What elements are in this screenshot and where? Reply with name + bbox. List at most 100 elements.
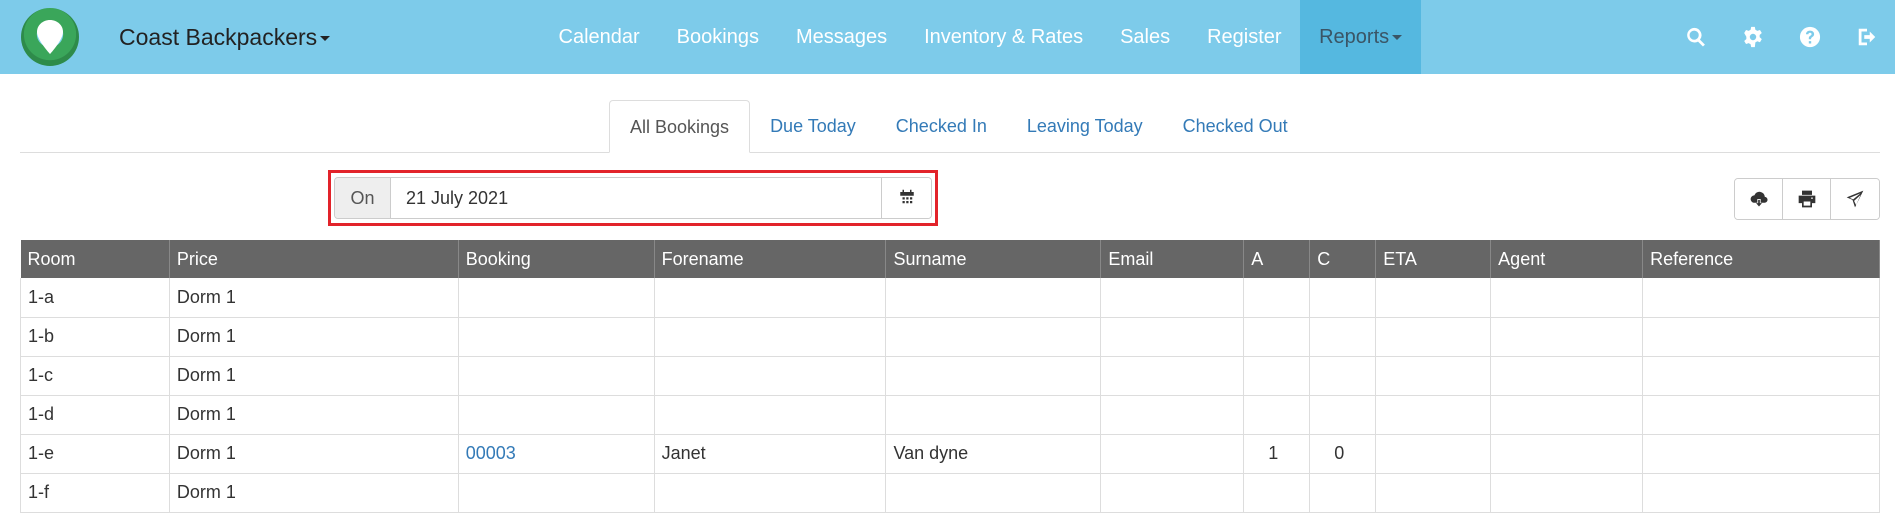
- cell-booking: 00003: [458, 434, 655, 474]
- cell-children: [1309, 395, 1377, 435]
- col-header-room[interactable]: Room: [20, 240, 170, 278]
- gear-icon: [1743, 26, 1762, 48]
- property-name: Coast Backpackers: [119, 24, 318, 50]
- booking-tabs: All Bookings Due Today Checked In Leavin…: [609, 100, 1308, 153]
- cell-eta: [1375, 317, 1492, 357]
- cell-forename: Janet: [654, 434, 887, 474]
- cell-reference: [1642, 434, 1880, 474]
- col-header-forename[interactable]: Forename: [654, 240, 887, 278]
- cell-eta: [1375, 278, 1492, 318]
- cell-eta: [1375, 395, 1492, 435]
- cell-agent: [1490, 473, 1644, 513]
- cell-forename: [654, 317, 887, 357]
- search-button[interactable]: [1667, 0, 1724, 74]
- cell-booking: [458, 395, 655, 435]
- app-logo[interactable]: [21, 8, 79, 66]
- cell-surname: [885, 278, 1102, 318]
- col-header-adults[interactable]: A: [1243, 240, 1311, 278]
- tab-leaving-today[interactable]: Leaving Today: [1007, 100, 1163, 153]
- cell-booking: [458, 278, 655, 318]
- table-header-row: Room Price Booking Forename Surname Emai…: [20, 240, 1880, 278]
- logout-icon: [1858, 28, 1875, 46]
- nav-reports-label: Reports: [1319, 26, 1390, 48]
- logout-button[interactable]: [1838, 0, 1895, 74]
- cell-forename: [654, 395, 887, 435]
- send-button[interactable]: [1831, 179, 1879, 219]
- cell-adults: [1243, 473, 1311, 513]
- settings-button[interactable]: [1724, 0, 1781, 74]
- nav-register-label: Register: [1207, 26, 1282, 48]
- cell-agent: [1490, 395, 1644, 435]
- cell-adults: [1243, 395, 1311, 435]
- caret-down-icon: [320, 36, 331, 42]
- booking-link[interactable]: 00003: [466, 443, 516, 463]
- date-input[interactable]: [391, 178, 881, 218]
- nav-calendar-label: Calendar: [558, 26, 640, 48]
- col-header-eta[interactable]: ETA: [1375, 240, 1492, 278]
- cell-price: Dorm 1: [169, 395, 459, 435]
- col-header-reference[interactable]: Reference: [1642, 240, 1880, 278]
- cell-children: [1309, 317, 1377, 357]
- col-header-surname[interactable]: Surname: [885, 240, 1102, 278]
- cell-reference: [1642, 395, 1880, 435]
- cell-room: 1-b: [20, 317, 170, 357]
- tab-all-bookings[interactable]: All Bookings: [609, 100, 751, 153]
- search-icon: [1686, 27, 1705, 47]
- download-button[interactable]: [1735, 179, 1783, 219]
- nav-inventory-rates-label: Inventory & Rates: [924, 26, 1084, 48]
- calendar-picker-button[interactable]: [881, 178, 931, 218]
- table-row: 1-e Dorm 1 00003 Janet Van dyne 1 0: [20, 434, 1880, 474]
- col-header-price[interactable]: Price: [169, 240, 459, 278]
- print-icon: [1798, 190, 1815, 208]
- date-filter-label: On: [335, 178, 391, 218]
- date-filter: On: [334, 177, 932, 219]
- nav-sales-label: Sales: [1120, 26, 1171, 48]
- cell-reference: [1642, 278, 1880, 318]
- cell-surname: [885, 356, 1102, 396]
- tab-checked-in[interactable]: Checked In: [876, 100, 1007, 153]
- cell-room: 1-f: [20, 473, 170, 513]
- nav-calendar[interactable]: Calendar: [540, 0, 658, 74]
- cell-surname: [885, 395, 1102, 435]
- cell-surname: [885, 317, 1102, 357]
- calendar-icon: [899, 189, 914, 207]
- cell-adults: [1243, 317, 1311, 357]
- col-header-children[interactable]: C: [1309, 240, 1377, 278]
- cell-price: Dorm 1: [169, 473, 459, 513]
- caret-down-icon: [1392, 35, 1403, 41]
- map-pin-icon: [37, 20, 63, 54]
- col-header-agent[interactable]: Agent: [1490, 240, 1644, 278]
- nav-bookings[interactable]: Bookings: [658, 0, 777, 74]
- help-icon: [1799, 26, 1820, 48]
- cell-agent: [1490, 278, 1644, 318]
- cell-reference: [1642, 317, 1880, 357]
- cell-booking: [458, 356, 655, 396]
- nav-messages[interactable]: Messages: [777, 0, 905, 74]
- tab-due-today[interactable]: Due Today: [750, 100, 876, 153]
- nav-inventory-rates[interactable]: Inventory & Rates: [906, 0, 1102, 74]
- cell-email: [1100, 317, 1245, 357]
- nav-sales[interactable]: Sales: [1102, 0, 1189, 74]
- table-row: 1-c Dorm 1: [20, 356, 1880, 396]
- cell-price: Dorm 1: [169, 278, 459, 318]
- table-row: 1-f Dorm 1: [20, 473, 1880, 513]
- cell-surname: Van dyne: [885, 434, 1102, 474]
- cell-eta: [1375, 434, 1492, 474]
- nav-register[interactable]: Register: [1189, 0, 1300, 74]
- cell-children: [1309, 278, 1377, 318]
- cell-price: Dorm 1: [169, 434, 459, 474]
- print-button[interactable]: [1783, 179, 1831, 219]
- help-button[interactable]: [1781, 0, 1838, 74]
- cell-agent: [1490, 317, 1644, 357]
- col-header-booking[interactable]: Booking: [458, 240, 655, 278]
- col-header-email[interactable]: Email: [1100, 240, 1245, 278]
- tab-checked-out[interactable]: Checked Out: [1163, 100, 1308, 153]
- cell-email: [1100, 473, 1245, 513]
- cell-reference: [1642, 356, 1880, 396]
- send-icon: [1846, 190, 1864, 208]
- cell-eta: [1375, 473, 1492, 513]
- cell-room: 1-e: [20, 434, 170, 474]
- cell-price: Dorm 1: [169, 317, 459, 357]
- property-selector[interactable]: Coast Backpackers: [119, 22, 331, 52]
- nav-reports[interactable]: Reports: [1300, 0, 1421, 74]
